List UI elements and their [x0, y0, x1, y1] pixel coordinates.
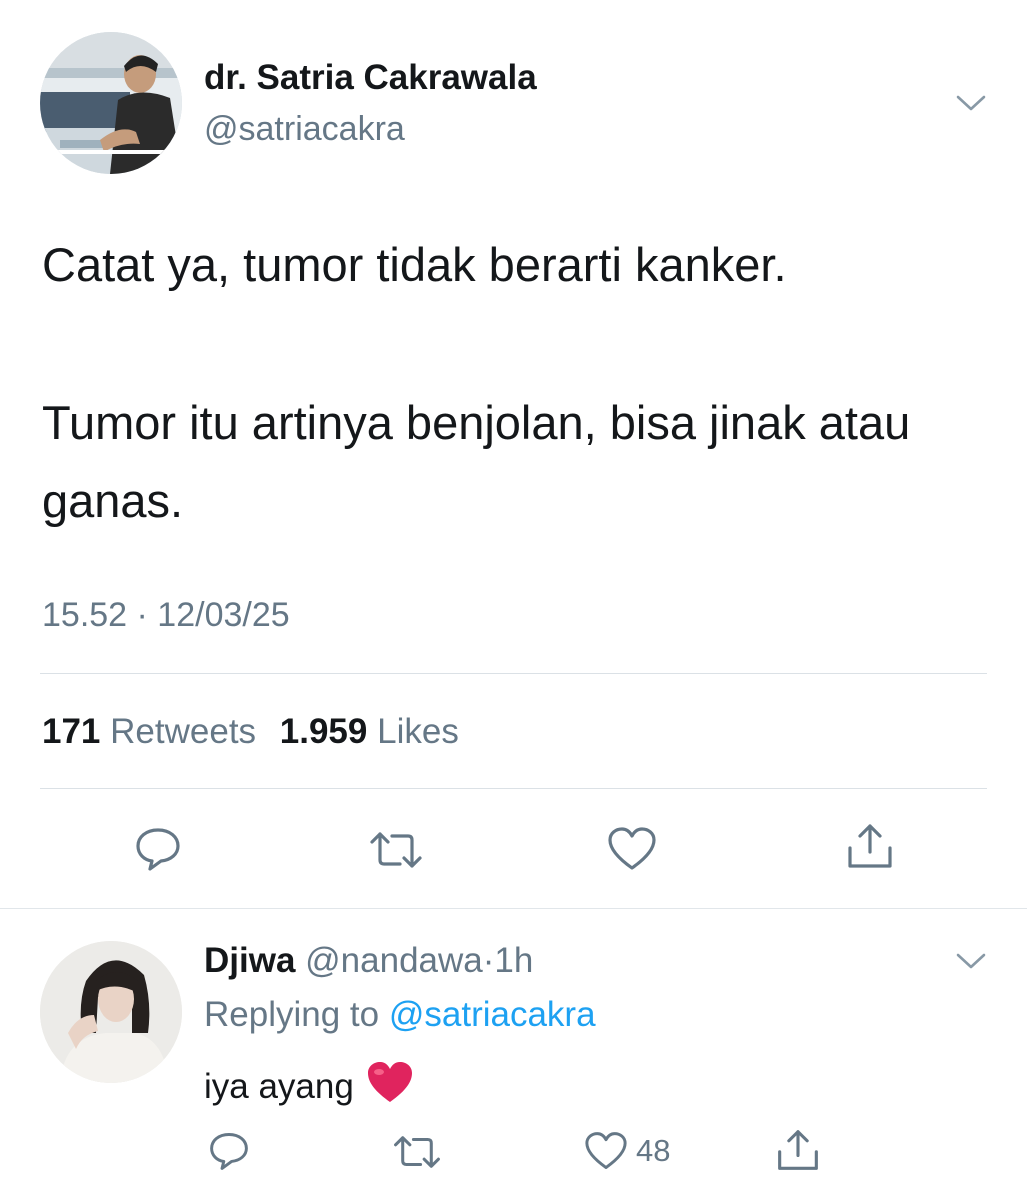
like-label[interactable]: Likes — [377, 712, 459, 751]
reply-text-content: iya ayang — [204, 1066, 354, 1106]
tweet-text: Catat ya, tumor tidak berarti kanker. Tu… — [42, 226, 982, 540]
like-button[interactable] — [607, 826, 657, 872]
author-name[interactable]: dr. Satria Cakrawala — [204, 58, 537, 98]
reply-author-handle[interactable]: @nandawa — [305, 941, 483, 980]
retweet-count[interactable]: 171 — [42, 712, 100, 751]
tweet-text-line2: Tumor itu artinya benjolan, bisa jinak a… — [42, 396, 911, 527]
reply-reply-button[interactable] — [208, 1131, 250, 1171]
replying-mention[interactable]: @satriacakra — [389, 995, 596, 1034]
reply-like-count: 48 — [636, 1133, 671, 1168]
tweet-text-line1: Catat ya, tumor tidak berarti kanker. — [42, 238, 787, 291]
section-divider — [0, 908, 1027, 909]
author-avatar[interactable] — [40, 32, 182, 174]
engagement-stats: 171 Retweets 1.959 Likes — [42, 712, 473, 752]
reply-icon — [210, 1133, 248, 1170]
red-heart-emoji — [366, 1060, 414, 1113]
reply-age[interactable]: 1h — [494, 941, 533, 980]
meta-separator: · — [482, 941, 495, 980]
tweet-timestamp[interactable]: 15.52 · 12/03/25 — [42, 596, 290, 635]
reply-header: Djiwa @nandawa·1h — [204, 941, 533, 981]
replying-to: Replying to @satriacakra — [204, 995, 596, 1035]
reply-text: iya ayang — [204, 1060, 414, 1113]
retweet-icon — [370, 832, 422, 868]
divider — [40, 673, 987, 674]
heart-icon — [608, 827, 656, 870]
share-icon — [778, 1130, 818, 1170]
author-handle[interactable]: @satriacakra — [204, 110, 405, 149]
retweet-label[interactable]: Retweets — [110, 712, 256, 751]
reply-share-button[interactable] — [776, 1128, 820, 1172]
share-icon — [848, 824, 892, 868]
like-count[interactable]: 1.959 — [280, 712, 368, 751]
reply-author-name[interactable]: Djiwa — [204, 941, 295, 980]
chevron-down-icon[interactable] — [956, 94, 986, 112]
chevron-down-icon[interactable] — [956, 952, 986, 970]
reply-button[interactable] — [134, 826, 182, 872]
divider — [40, 788, 987, 789]
reply-retweet-button[interactable] — [392, 1134, 442, 1170]
retweet-icon — [394, 1136, 440, 1168]
reply-like-button[interactable]: 48 — [584, 1131, 670, 1171]
heart-icon — [585, 1132, 627, 1169]
replying-prefix: Replying to — [204, 995, 380, 1034]
avatar-photo — [40, 941, 182, 1083]
share-button[interactable] — [846, 822, 894, 870]
retweet-button[interactable] — [368, 830, 424, 870]
reply-author-avatar[interactable] — [40, 941, 182, 1083]
avatar-photo — [40, 32, 182, 174]
reply-icon — [136, 828, 180, 871]
